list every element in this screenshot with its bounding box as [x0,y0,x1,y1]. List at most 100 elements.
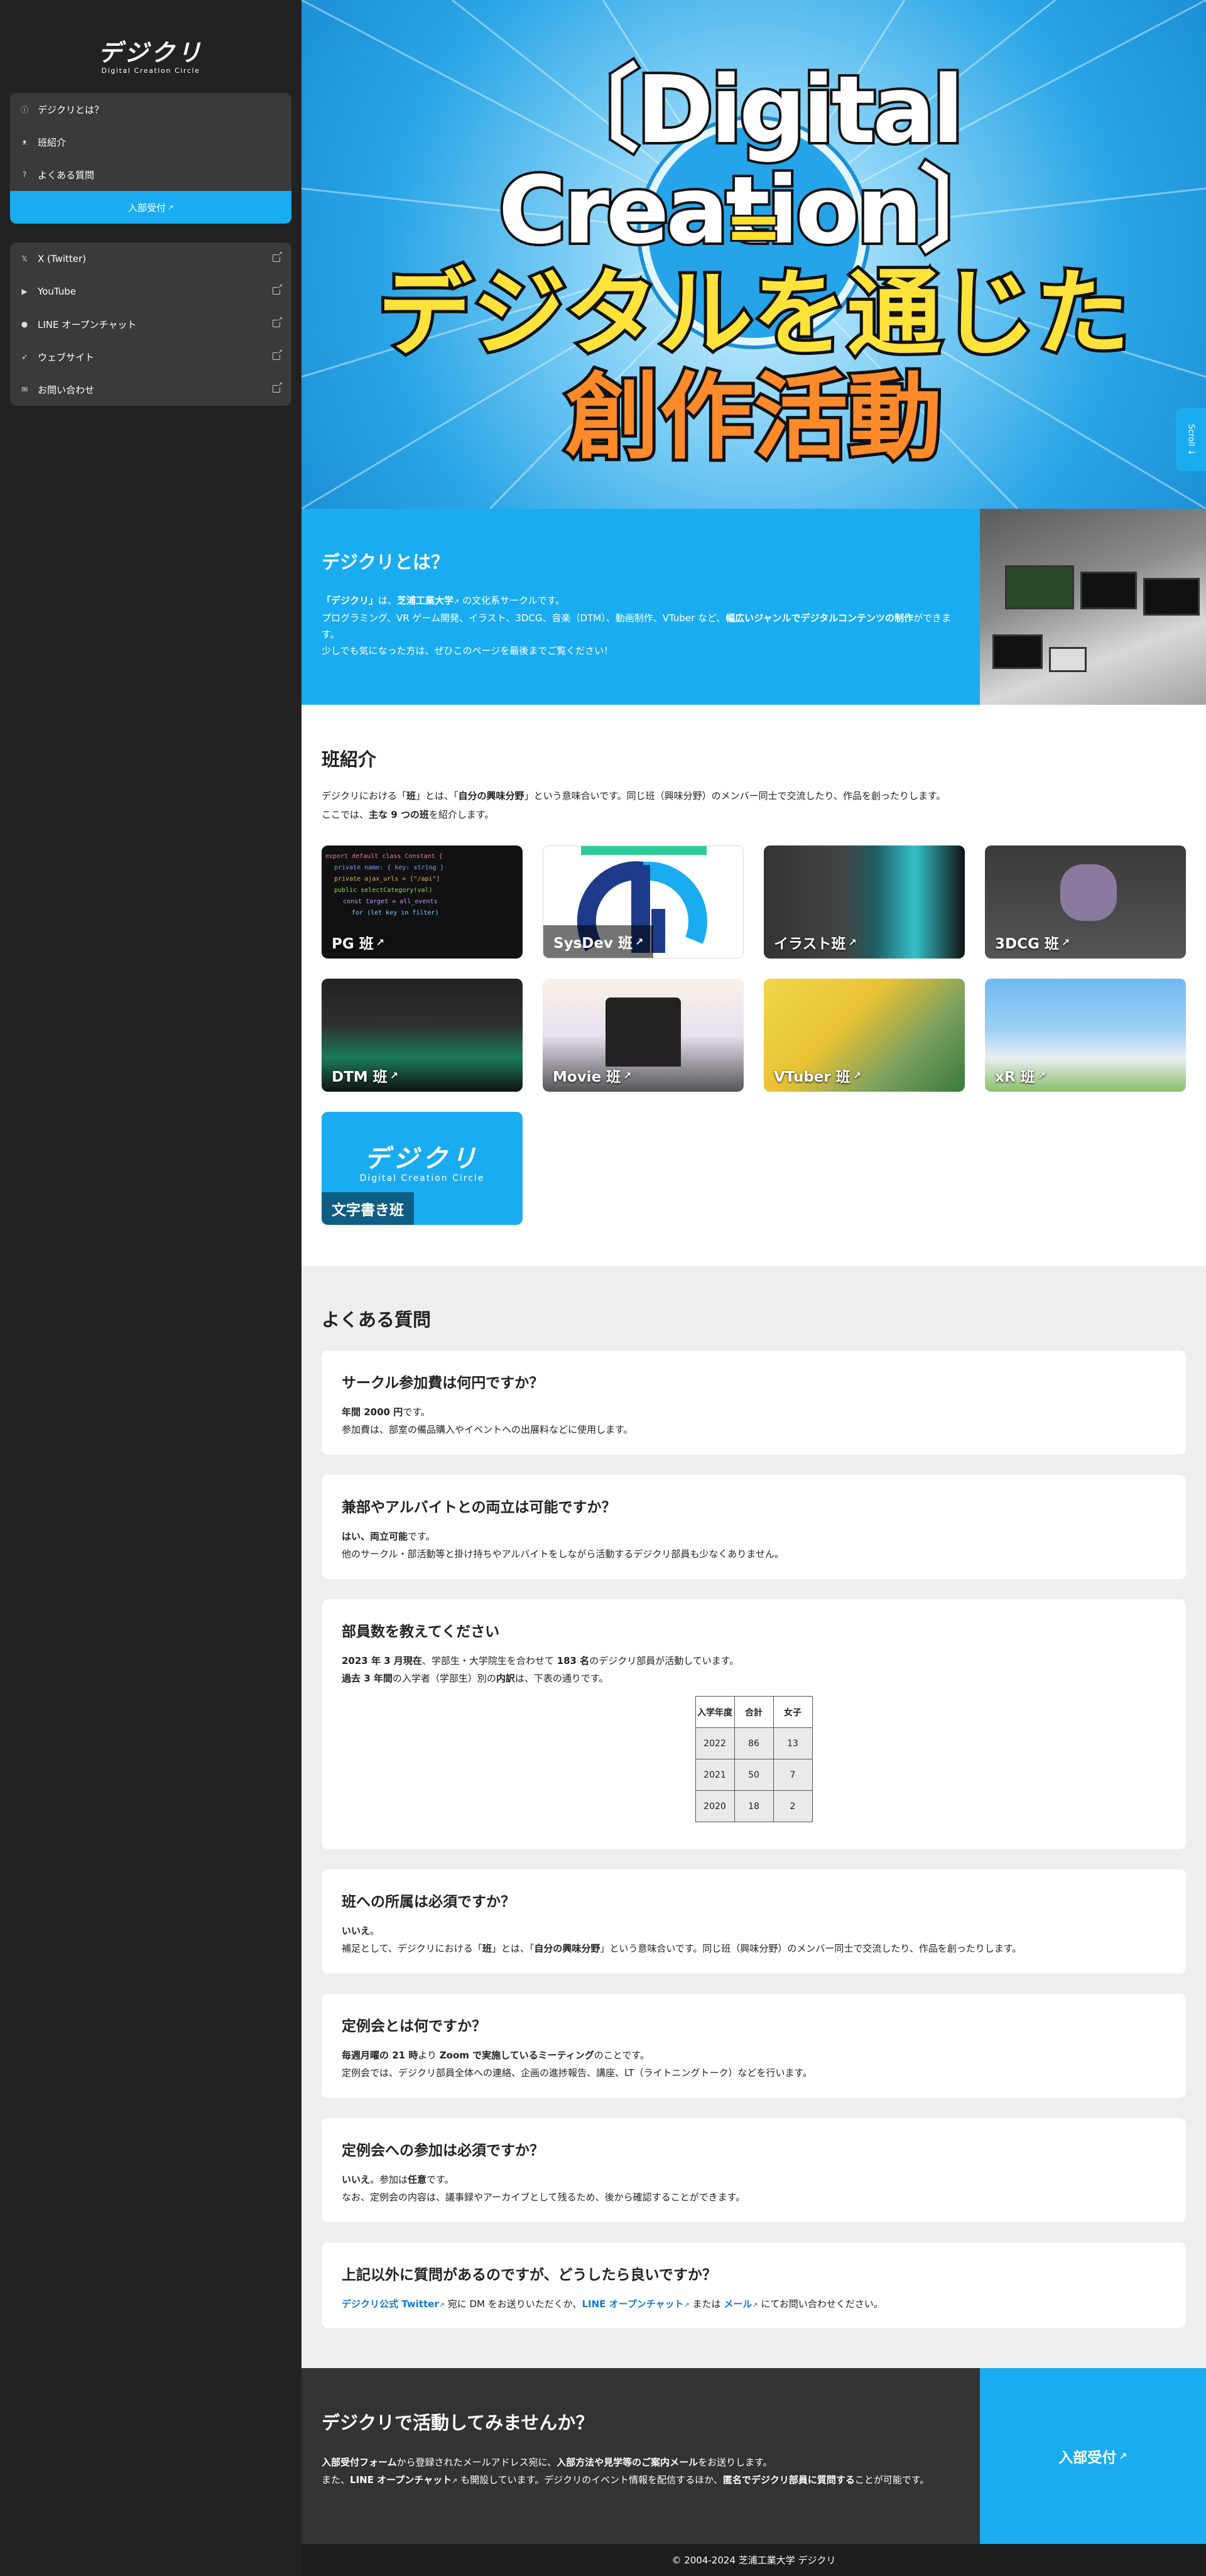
about-text: 「デジクリ」は、芝浦工業大学↗ の文化系サークルです。 プログラミング、VR ゲ… [322,592,962,659]
text: または [689,2298,724,2310]
logo-text: デジクリ [97,39,204,67]
faq-question: 上記以外に質問があるのですが、どうしたら良いですか？ [342,2267,717,2283]
link-website[interactable]: ➶ ウェブサイト [10,340,291,373]
faq-item: 兼部やアルバイトとの両立は可能ですか？ はい、両立可能です。 他のサークル・部活… [322,1475,1186,1579]
line-link[interactable]: LINE オープンチャット [582,2298,683,2310]
club-card-illust[interactable]: イラスト班 ↗ [764,845,965,959]
logo[interactable]: デジクリ Digital Creation Circle [94,40,207,75]
text: をお送りします。 [698,2457,773,2468]
text: にてお問い合わせください。 [758,2298,883,2310]
mail-icon: ✉ [21,385,28,394]
table-cell: 18 [734,1790,774,1822]
join-label: 入部受付 [1058,2450,1117,2466]
line-link[interactable]: LINE オープンチャット [350,2474,452,2486]
join-button[interactable]: 入部受付 ↗ [980,2368,1206,2544]
club-card-xr[interactable]: xR 班 ↗ [985,979,1186,1092]
club-label: DTM 班 ↗ [322,1059,408,1092]
scroll-tab[interactable]: Scroll ↓ [1176,408,1206,471]
university-link[interactable]: 芝浦工業大学 [397,595,454,606]
faq-answer: なお、定例会の内容は、議事録やアーカイブとして残るため、後から確認することができ… [342,2192,746,2203]
external-link-icon: ↗ [438,2301,445,2309]
3d-model [1060,864,1117,921]
sidebar: デジクリ Digital Creation Circle ⓘ デジクリとは？ ᴥ 班… [0,0,302,2576]
svg-text:private ajax_urls = ["/api"]: private ajax_urls = ["/api"] [334,876,440,883]
faq-answer: 定例会では、デジクリ部員全体への連絡、企画の進捗報告、講座、LT（ライトニングト… [342,2067,812,2079]
nav-item-faq[interactable]: ? よくある質問 [10,158,291,191]
text: のことです。 [594,2050,649,2061]
monitor [1049,647,1087,672]
table-cell: 13 [773,1727,813,1759]
text: 年間 2000 円 [342,1406,403,1418]
link-contact[interactable]: ✉ お問い合わせ [10,373,291,406]
join-form-link[interactable]: 入部受付フォーム [322,2457,397,2468]
text: 少しでも気になった方は、ぜひこのページを最後までご覧ください！ [322,645,614,656]
label-text: VTuber 班 [774,1069,850,1085]
join-button[interactable]: 入部受付 ↗ [10,191,291,224]
club-card-dtm[interactable]: DTM 班 ↗ [322,979,523,1092]
link-label: LINE オープンチャット [38,318,137,330]
external-link-icon [273,251,283,262]
link-line[interactable]: ● LINE オープンチャット [10,308,291,340]
text: は、下表の通りです。 [514,1673,609,1684]
club-card-movie[interactable]: Movie 班 ↗ [543,979,744,1092]
monitor [1143,578,1200,616]
line-icon: ● [21,320,28,329]
table-row: 2020 18 2 [695,1790,813,1822]
label-text: DTM 班 [332,1069,388,1085]
hero-title-jp: デジタルを通じた [374,259,1133,369]
faq-question: 定例会とは何ですか？ [342,2018,486,2035]
faq-item: 部員数を教えてください 2023 年 3 月現在、学部生・大学院生を合わせて 1… [322,1599,1186,1849]
external-link-icon: ↗ [376,936,385,948]
svg-text:private name: { key: string }: private name: { key: string } [334,864,444,871]
mail-link[interactable]: メール [724,2298,752,2310]
text: いいえ [342,2174,371,2185]
club-card-pg[interactable]: export default class Constant {private n… [322,845,523,959]
svg-text:for (let key in filter): for (let key in filter) [352,910,438,916]
table-cell: 2021 [695,1759,735,1791]
club-label: イラスト班 ↗ [764,926,867,959]
monitor [1005,565,1074,609]
club-card-vtuber[interactable]: VTuber 班 ↗ [764,979,965,1092]
text: の文化系サークルです。 [459,595,565,606]
logo-image-sub: Digital Creation Circle [359,1173,485,1183]
link-x[interactable]: 𝕏 X (Twitter) [10,242,291,275]
nav-item-clubs[interactable]: ᴥ 班紹介 [10,126,291,158]
monitor [1080,572,1137,609]
text: 幅広いジャンルでデジタルコンテンツの制作 [725,612,913,624]
text: 入部方法や見学等のご案内メール [557,2457,698,2468]
text: です。 [408,1531,435,1542]
text: はい、両立可能 [342,1531,408,1542]
table-header: 女子 [773,1696,813,1728]
table-cell: 2 [773,1790,813,1822]
text: から登録されたメールアドレス宛に、 [396,2457,557,2468]
club-label: xR 班 ↗ [985,1059,1056,1092]
nav-item-about[interactable]: ⓘ デジクリとは？ [10,93,291,126]
link-label: ウェブサイト [38,351,95,363]
club-card-3dcg[interactable]: 3DCG 班 ↗ [985,845,1186,959]
external-link-icon: ↗ [1119,2450,1127,2462]
faq-item: 班への所属は必須ですか？ いいえ。 補足として、デジクリにおける「班」とは、「自… [322,1869,1186,1974]
text: です。 [426,2174,454,2185]
club-card-writing[interactable]: デジクリ Digital Creation Circle 文字書き班 [322,1112,523,1225]
external-link-icon: ↗ [752,2301,758,2309]
text: 任意 [408,2174,427,2185]
text: 匿名でデジクリ部員に質問する [722,2474,855,2486]
text: 。 [370,1925,380,1937]
table-cell: 2022 [695,1727,735,1759]
x-icon: 𝕏 [21,254,28,263]
label-text: イラスト班 [774,936,846,952]
youtube-icon: ▶ [21,287,28,296]
table-header: 合計 [734,1696,774,1728]
twitter-link[interactable]: デジクリ公式 Twitter [342,2298,439,2310]
text: いいえ [342,1925,371,1937]
text: 毎週月曜の 21 時 [342,2050,418,2061]
external-link-icon: ↗ [1061,936,1070,948]
link-youtube[interactable]: ▶ YouTube [10,275,291,308]
text: を紹介します。 [428,809,494,820]
club-label: Movie 班 ↗ [543,1059,642,1092]
table-row: 2021 50 7 [695,1759,813,1791]
club-card-sysdev[interactable]: SysDev 班 ↗ [543,845,744,959]
text: 」とは、「 [416,790,459,802]
label-text: 3DCG 班 [995,936,1059,952]
rocket-icon: ➶ [21,352,28,361]
